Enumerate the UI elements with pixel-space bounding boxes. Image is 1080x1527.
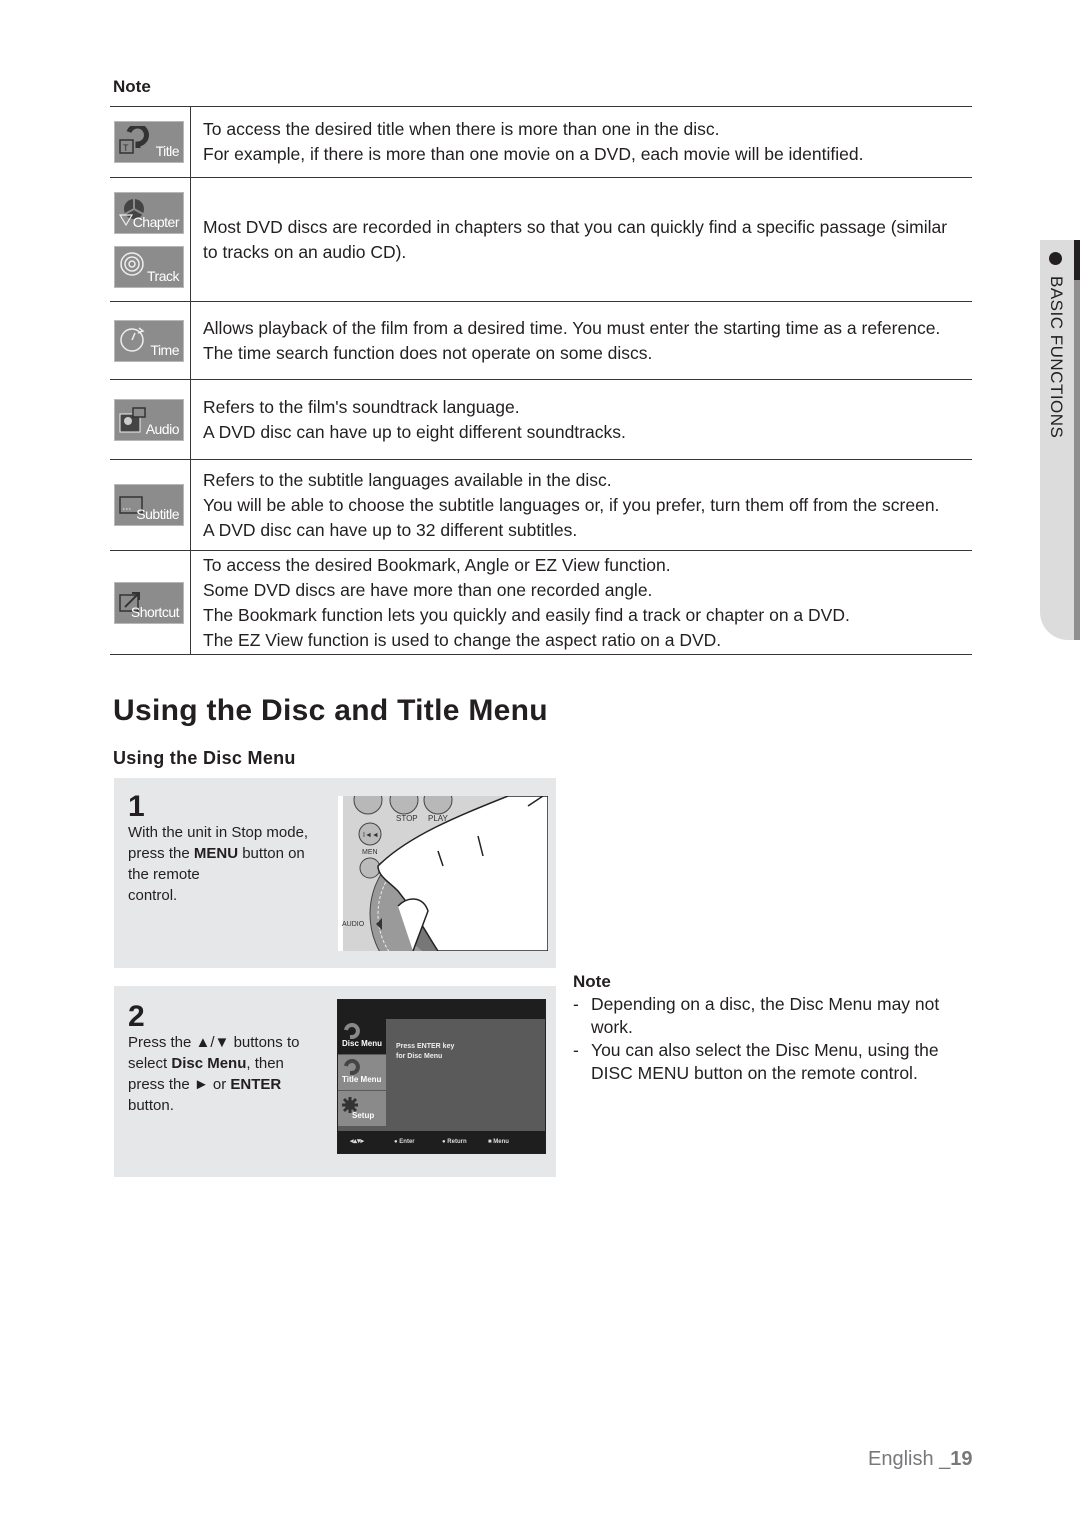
section-tab-marker — [1074, 240, 1080, 280]
table-row-chapter-track: Chapter Track Most DVD discs are recorde… — [110, 177, 972, 302]
title-menu-icon — [344, 1059, 360, 1075]
description-line: The time search function does not operat… — [203, 342, 653, 363]
page-footer: English _19 — [868, 1448, 973, 1470]
shortcut-icon: Shortcut — [114, 581, 184, 624]
svg-text:I◄◄: I◄◄ — [363, 832, 379, 839]
navigation-arrows-icon: ◂▴▾▸ — [350, 1138, 365, 1145]
table-row-time: Time Allows playback of the film from a … — [110, 301, 972, 380]
right-arrow-icon: ► — [193, 1076, 209, 1093]
step-number: 2 — [128, 1000, 145, 1033]
disc-menu-icon — [344, 1023, 360, 1039]
section-subheading: Using the Disc Menu — [113, 748, 296, 768]
description-line: You will be able to choose the subtitle … — [203, 494, 940, 515]
table-row-shortcut: Shortcut To access the desired Bookmark,… — [110, 550, 972, 655]
osd-item-setup[interactable]: Setup — [338, 1091, 386, 1126]
track-icon: Track — [114, 245, 184, 288]
up-down-arrow-icon: ▲/▼ — [195, 1034, 230, 1051]
functions-table: T Title To access the desired title when… — [110, 106, 972, 655]
stop-label: STOP — [396, 814, 418, 823]
disc-menu-note: Note - Depending on a disc, the Disc Menu… — [573, 970, 973, 1085]
bullet-icon — [1049, 252, 1062, 265]
description-line: Refers to the subtitle languages availab… — [203, 469, 612, 490]
description-line: To access the desired Bookmark, Angle or… — [203, 554, 671, 575]
note-item: - You can also select the Disc Menu, usin… — [573, 1040, 939, 1083]
svg-text:MEN: MEN — [362, 849, 378, 856]
svg-text:AUDIO: AUDIO — [342, 921, 365, 928]
table-row-subtitle: Subtitle Refers to the subtitle language… — [110, 459, 972, 551]
osd-item-disc-menu[interactable]: Disc Menu — [338, 1019, 386, 1054]
page-number: 19 — [950, 1448, 973, 1470]
table-row-title: T Title To access the desired title when… — [110, 106, 972, 178]
description-line: For example, if there is more than one m… — [203, 144, 864, 164]
subtitle-icon: Subtitle — [114, 484, 184, 526]
step-instructions: With the unit in Stop mode, press the ME… — [128, 824, 309, 904]
chapter-icon: Chapter — [114, 191, 184, 234]
note-label: Note — [113, 77, 151, 96]
svg-text:T: T — [123, 143, 129, 153]
description-line: To access the desired title when there i… — [203, 119, 720, 139]
time-icon: Time — [114, 319, 184, 362]
table-row-audio: Audio Refers to the film's soundtrack la… — [110, 379, 972, 460]
osd-item-title-menu[interactable]: Title Menu — [338, 1055, 386, 1090]
description-line: to tracks on an audio CD). — [203, 241, 407, 262]
step-number: 1 — [128, 790, 145, 823]
description-line: A DVD disc can have up to eight differen… — [203, 421, 626, 442]
description-line: Most DVD discs are recorded in chapters … — [203, 216, 948, 237]
description-line: The EZ View function is used to change t… — [203, 629, 722, 650]
step-2-panel: 2 Press the ▲/▼ buttons to select Disc M… — [114, 986, 556, 1177]
audio-icon: Audio — [114, 398, 184, 441]
disc-menu-screen: Disc Menu Title Menu Setup Press ENTER k… — [337, 999, 546, 1154]
osd-message: Press ENTER key for Disc Menu — [396, 1043, 455, 1060]
description-line: A DVD disc can have up to 32 different s… — [203, 519, 578, 540]
remote-control-illustration: STOP PLAY I◄◄ MEN AUDIO — [338, 796, 548, 951]
description-line: Some DVD discs are have more than one re… — [203, 579, 653, 600]
description-line: The Bookmark function lets you quickly a… — [203, 604, 850, 625]
section-tab-edge — [1074, 240, 1080, 640]
page-heading: Using the Disc and Title Menu — [113, 694, 548, 727]
title-icon: T Title — [114, 121, 184, 163]
note-item: - Depending on a disc, the Disc Menu may … — [573, 994, 940, 1037]
step-1-panel: 1 With the unit in Stop mode, press the … — [114, 778, 556, 968]
note-title: Note — [573, 972, 611, 991]
section-tab-label: BASIC FUNCTIONS — [1047, 276, 1066, 439]
description-line: Refers to the film's soundtrack language… — [203, 396, 520, 417]
osd-footer: ◂▴▾▸ ● Enter ● Return ■ Menu — [338, 1131, 545, 1153]
description-line: Allows playback of the film from a desir… — [203, 317, 941, 338]
step-instructions: Press the ▲/▼ buttons to select Disc Men… — [128, 1034, 300, 1114]
